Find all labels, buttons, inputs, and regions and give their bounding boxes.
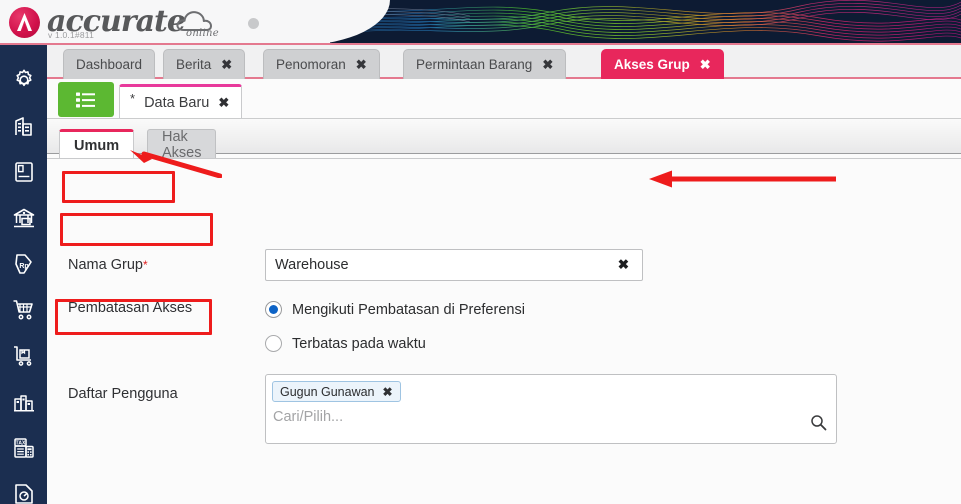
tab-dashboard[interactable]: Dashboard: [63, 49, 156, 79]
tab-berita[interactable]: Berita ✖: [163, 49, 246, 79]
sidebar-item-company[interactable]: [0, 103, 47, 149]
radio-label: Mengikuti Pembatasan di Preferensi: [292, 301, 525, 318]
label-text: Nama Grup: [68, 257, 143, 273]
required-marker: *: [142, 258, 148, 272]
tab-label: Dashboard: [76, 57, 143, 72]
factory-icon: [13, 395, 34, 412]
main-sidebar[interactable]: Rp TAX: [0, 45, 47, 504]
radio-button-icon[interactable]: [265, 335, 282, 352]
user-search-placeholder: Cari/Pilih...: [273, 409, 344, 425]
browser-tab-bar: Dashboard Berita ✖ Penomoran ✖ Permintaa…: [47, 45, 961, 79]
close-icon[interactable]: ✖: [218, 95, 229, 111]
tab-akses-grup[interactable]: Akses Grup ✖: [601, 49, 724, 79]
gear-icon: [15, 69, 32, 87]
sidebar-item-gear[interactable]: [0, 57, 47, 103]
list-view-icon: [76, 92, 95, 107]
bank-icon: [13, 208, 34, 228]
tax-document-icon: TAX: [13, 438, 34, 458]
inventory-trolley-icon: [13, 346, 31, 366]
radio-terbatas-pada-waktu[interactable]: Terbatas pada waktu: [265, 335, 426, 352]
radio-mengikuti-pembatasan[interactable]: Mengikuti Pembatasan di Preferensi: [265, 301, 525, 318]
clear-x-icon[interactable]: ✖: [618, 257, 629, 273]
nama-grup-input[interactable]: Warehouse ✖: [265, 249, 643, 281]
brand-subtext: online: [186, 28, 220, 39]
status-dot-icon: [248, 18, 259, 29]
tab-label: Akses Grup: [614, 57, 690, 72]
close-icon[interactable]: ✖: [700, 58, 711, 71]
radio-label: Terbatas pada waktu: [292, 335, 426, 352]
price-tag-rp-icon: Rp: [14, 254, 32, 274]
sidebar-item-fixed-assets[interactable]: [0, 379, 47, 425]
book-icon: [14, 162, 33, 182]
sidebar-item-ledger[interactable]: [0, 149, 47, 195]
close-icon[interactable]: ✖: [383, 385, 393, 399]
tab-label: Berita: [176, 57, 212, 72]
document-tab-label: Data Baru: [144, 94, 210, 111]
version-label: v 1.0.1#811: [48, 30, 94, 40]
tab-label: Permintaan Barang: [416, 57, 533, 72]
search-icon[interactable]: [810, 414, 827, 436]
highlight-daftar-pengguna: [55, 299, 212, 335]
sidebar-item-report[interactable]: [0, 471, 47, 504]
user-chip-label: Gugun Gunawan: [280, 384, 375, 399]
label-daftar-pengguna: Daftar Pengguna: [68, 386, 178, 402]
application-window: accurate online v 1.0.1#811 Rp TAX Dashb…: [0, 0, 961, 504]
accurate-a-logo-icon: [9, 7, 40, 38]
tab-label: Penomoran: [276, 57, 346, 72]
sidebar-item-bank[interactable]: [0, 195, 47, 241]
document-tab-row: * Data Baru ✖: [47, 79, 961, 119]
workspace: * Data Baru ✖ Umum Hak Akses Nama Grup* …: [47, 79, 961, 504]
svg-text:Rp: Rp: [19, 263, 28, 270]
arrow-to-nama-grup-input: [649, 170, 836, 188]
shopping-cart-icon: [13, 300, 33, 320]
building-icon: [14, 117, 32, 136]
radio-button-selected-icon[interactable]: [265, 301, 282, 318]
close-icon[interactable]: ✖: [221, 58, 232, 71]
list-view-button[interactable]: [58, 82, 114, 117]
sidebar-item-inventory[interactable]: [0, 333, 47, 379]
close-icon[interactable]: ✖: [356, 58, 367, 71]
close-icon[interactable]: ✖: [542, 58, 553, 71]
user-chip[interactable]: Gugun Gunawan ✖: [272, 381, 401, 402]
label-nama-grup: Nama Grup*: [68, 257, 148, 273]
sidebar-item-sales[interactable]: Rp: [0, 241, 47, 287]
report-icon: [14, 484, 33, 504]
arrow-to-umum-tab: [130, 150, 222, 178]
app-header: accurate online v 1.0.1#811: [0, 0, 961, 45]
sidebar-item-tax[interactable]: TAX: [0, 425, 47, 471]
sidebar-item-purchase[interactable]: [0, 287, 47, 333]
daftar-pengguna-selector[interactable]: Gugun Gunawan ✖ Cari/Pilih...: [265, 374, 837, 444]
subtab-umum[interactable]: Umum: [59, 129, 135, 159]
modified-marker: *: [130, 91, 136, 106]
document-tab-data-baru[interactable]: * Data Baru ✖: [119, 84, 243, 118]
tab-penomoran[interactable]: Penomoran ✖: [263, 49, 380, 79]
subtab-label: Umum: [74, 137, 120, 154]
highlight-pembatasan-akses: [60, 213, 213, 246]
nama-grup-value: Warehouse: [275, 257, 349, 273]
tab-permintaan-barang[interactable]: Permintaan Barang ✖: [403, 49, 567, 79]
